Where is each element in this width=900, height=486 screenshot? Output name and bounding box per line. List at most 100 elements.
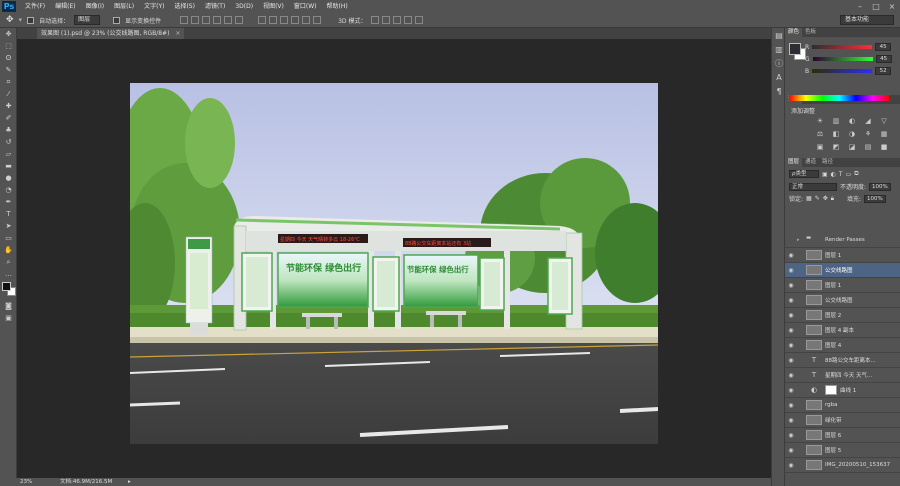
channel-slider[interactable] xyxy=(812,69,873,73)
menu-item[interactable]: 帮助(H) xyxy=(322,0,353,13)
close-button[interactable]: × xyxy=(884,0,900,13)
zoom-level[interactable]: 23% xyxy=(20,478,32,486)
layer-row[interactable]: ◉ rgba xyxy=(785,398,900,413)
align-bottom-icon[interactable] xyxy=(202,16,211,24)
menu-item[interactable]: 文件(F) xyxy=(20,0,50,13)
filter-smart-icon[interactable]: ⧉ xyxy=(854,170,858,178)
align-top-icon[interactable] xyxy=(180,16,189,24)
slide-3d-icon[interactable] xyxy=(404,16,413,24)
marquee-tool-icon[interactable]: ⬚ xyxy=(0,40,17,52)
auto-select-dropdown[interactable]: 图层 xyxy=(74,15,101,25)
distribute-hcenter-icon[interactable] xyxy=(302,16,311,24)
channel-value-field[interactable]: 52 xyxy=(875,67,892,75)
blur-tool-icon[interactable]: ● xyxy=(0,172,17,184)
visibility-eye-icon[interactable]: ◉ xyxy=(785,402,797,409)
adjustment-icon[interactable]: ◐ xyxy=(847,117,857,126)
screen-mode-icon[interactable]: ▣ xyxy=(0,312,17,324)
layer-row[interactable]: ◉ 图层 2 xyxy=(785,308,900,323)
menu-item[interactable]: 视图(V) xyxy=(258,0,289,13)
visibility-eye-icon[interactable]: ◉ xyxy=(785,297,797,304)
align-vcenter-icon[interactable] xyxy=(191,16,200,24)
tab-swatches[interactable]: 色板 xyxy=(802,28,819,37)
crop-tool-icon[interactable]: ⌗ xyxy=(0,76,17,88)
channel-slider[interactable] xyxy=(812,45,873,49)
foreground-color-swatch[interactable] xyxy=(2,282,11,291)
lock-pixels-icon[interactable]: ▦ xyxy=(806,195,812,202)
zoom-tool-icon[interactable]: ⌕ xyxy=(0,256,17,268)
menu-item[interactable]: 编辑(E) xyxy=(50,0,80,13)
align-left-icon[interactable] xyxy=(213,16,222,24)
rotate-3d-icon[interactable] xyxy=(371,16,380,24)
auto-select-checkbox[interactable] xyxy=(27,16,35,24)
drag-3d-icon[interactable] xyxy=(393,16,402,24)
layer-row[interactable]: ◉ T 星期四 今天 天气... xyxy=(785,368,900,383)
menu-item[interactable]: 文字(Y) xyxy=(139,0,169,13)
healing-brush-tool-icon[interactable]: ✚ xyxy=(0,100,17,112)
workspace-dropdown[interactable]: 基本功能 xyxy=(840,15,894,25)
adjustment-icon[interactable]: ◑ xyxy=(847,130,857,139)
distribute-bottom-icon[interactable] xyxy=(280,16,289,24)
status-menu-arrow[interactable]: ▸ xyxy=(128,478,131,486)
layer-mask-thumbnail[interactable] xyxy=(825,385,837,395)
scale-3d-icon[interactable] xyxy=(415,16,424,24)
channel-slider[interactable] xyxy=(812,57,873,61)
visibility-eye-icon[interactable]: ◉ xyxy=(785,432,797,439)
filter-adjust-icon[interactable]: ◐ xyxy=(831,171,836,178)
layer-row[interactable]: ◉ 图层 1 xyxy=(785,278,900,293)
tab-layers[interactable]: 图层 xyxy=(785,158,803,167)
visibility-eye-icon[interactable]: ◉ xyxy=(785,357,797,364)
fill-field[interactable]: 100% xyxy=(864,194,886,203)
lock-position-icon[interactable]: ✥ xyxy=(823,195,828,202)
menu-item[interactable]: 选择(S) xyxy=(169,0,200,13)
lasso-tool-icon[interactable]: ʘ xyxy=(0,52,17,64)
close-tab-icon[interactable]: × xyxy=(175,30,180,37)
visibility-eye-icon[interactable]: ◉ xyxy=(785,462,797,469)
paragraph-panel-icon[interactable]: ¶ xyxy=(772,84,786,98)
adjustment-icon[interactable]: ■ xyxy=(879,143,889,152)
distribute-left-icon[interactable] xyxy=(291,16,300,24)
brush-tool-icon[interactable]: ✐ xyxy=(0,112,17,124)
layer-row[interactable]: ◉ IMG_20200510_153637 xyxy=(785,458,900,473)
layer-row[interactable]: ◉ 图层 6 xyxy=(785,428,900,443)
visibility-eye-icon[interactable]: ◉ xyxy=(785,417,797,424)
adjustment-icon[interactable]: ◧ xyxy=(831,130,841,139)
opacity-field[interactable]: 100% xyxy=(869,182,891,191)
adjustment-icon[interactable]: ▤ xyxy=(863,143,873,152)
document-canvas[interactable]: 星期四 今天 天气晴转多云 18-26℃ 88路公交车距离本站还有 3站 节能环… xyxy=(130,83,658,444)
character-panel-icon[interactable]: A xyxy=(772,70,786,84)
layer-row[interactable]: ◉ 绿化带 xyxy=(785,413,900,428)
path-select-tool-icon[interactable]: ➤ xyxy=(0,220,17,232)
menu-item[interactable]: 图层(L) xyxy=(109,0,139,13)
adjustment-icon[interactable]: ◢ xyxy=(863,117,873,126)
filter-pixel-icon[interactable]: ▣ xyxy=(822,171,828,178)
layer-row[interactable]: ◉ 公交线路图 xyxy=(785,263,900,278)
align-hcenter-icon[interactable] xyxy=(224,16,233,24)
visibility-eye-icon[interactable]: ◉ xyxy=(785,327,797,334)
visibility-eye-icon[interactable]: ◉ xyxy=(785,447,797,454)
color-spectrum-bar[interactable] xyxy=(789,95,889,101)
layer-row[interactable]: ◉ 公交线路图 xyxy=(785,293,900,308)
blend-mode-dropdown[interactable]: 正常 xyxy=(789,182,837,191)
filter-type-icon[interactable]: T xyxy=(839,171,843,178)
document-tab[interactable]: 效果图 (1).psd @ 23% (公交线路图, RGB/8#) × xyxy=(37,28,185,39)
channel-value-field[interactable]: 45 xyxy=(875,43,892,51)
eraser-tool-icon[interactable]: ▱ xyxy=(0,148,17,160)
show-transform-checkbox[interactable] xyxy=(113,16,121,24)
visibility-eye-icon[interactable]: ◉ xyxy=(785,342,797,349)
history-panel-icon[interactable]: ▤ xyxy=(772,28,786,42)
minimize-button[interactable]: – xyxy=(852,0,868,13)
visibility-eye-icon[interactable]: ◉ xyxy=(785,282,797,289)
eyedropper-tool-icon[interactable]: ⁄ xyxy=(0,88,17,100)
adjustment-icon[interactable]: ☀ xyxy=(815,117,825,126)
layer-filter-dropdown[interactable]: ρ类型 xyxy=(789,170,819,178)
menu-item[interactable]: 3D(D) xyxy=(230,0,258,13)
expand-icon[interactable]: ▸ xyxy=(797,237,803,243)
maximize-button[interactable]: □ xyxy=(868,0,884,13)
pen-tool-icon[interactable]: ✒ xyxy=(0,196,17,208)
align-right-icon[interactable] xyxy=(235,16,244,24)
visibility-eye-icon[interactable]: ◉ xyxy=(785,312,797,319)
lock-all-icon[interactable]: 🔒︎ xyxy=(831,195,834,203)
layer-row[interactable]: ◉ 图层 4 xyxy=(785,338,900,353)
adjustment-icon[interactable]: ▣ xyxy=(815,143,825,152)
distribute-vcenter-icon[interactable] xyxy=(269,16,278,24)
